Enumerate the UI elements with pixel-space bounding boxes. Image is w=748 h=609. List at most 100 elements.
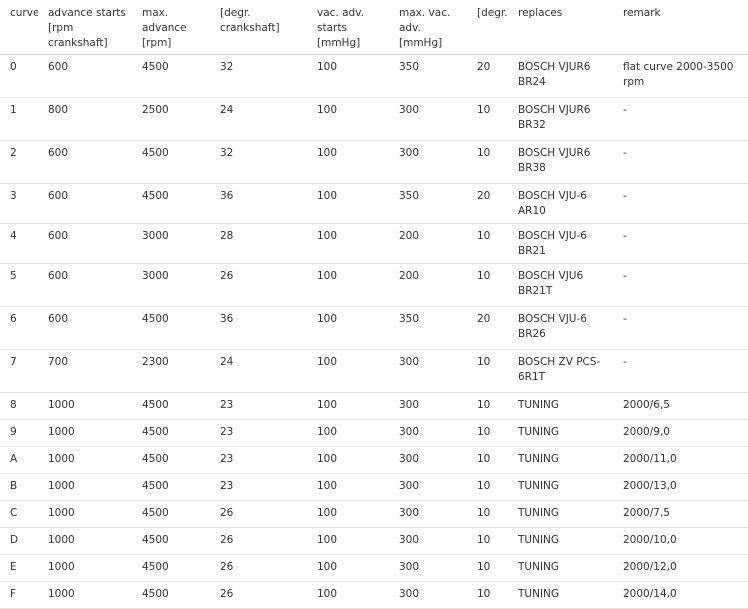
cell-vac-degrees: 10: [477, 507, 491, 519]
cell-curve: 8: [10, 399, 17, 411]
table-row: 4 600 3000 28 100 200 10 BOSCH VJU-6 BR21 -: [0, 223, 748, 264]
cell-max-advance: 4500: [142, 426, 169, 438]
cell-advance-degrees: 26: [220, 270, 234, 282]
cell-max-advance: 4500: [142, 313, 169, 325]
header-curve: curve: [0, 0, 38, 55]
table-row: 9 1000 4500 23 100 300 10 TUNING 2000/9,0: [0, 419, 748, 447]
cell-advance-starts: 600: [48, 230, 69, 242]
cell-remark: 2000/12,0: [623, 561, 677, 573]
cell-max-vac-adv: 300: [399, 534, 420, 546]
cell-curve: 5: [10, 270, 17, 282]
cell-advance-degrees: 23: [220, 426, 234, 438]
cell-vac-adv-starts: 100: [317, 561, 338, 573]
cell-vac-degrees: 20: [477, 190, 491, 202]
cell-max-advance: 4500: [142, 399, 169, 411]
cell-vac-adv-starts: 100: [317, 453, 338, 465]
cell-vac-adv-starts: 100: [317, 104, 338, 116]
cell-advance-degrees: 26: [220, 588, 234, 600]
cell-max-advance: 4500: [142, 147, 169, 159]
header-line: vac. adv.: [317, 7, 364, 19]
table-body: 0 600 4500 32 100 350 20 BOSCH VJUR6 BR24 flat c…: [0, 55, 748, 609]
cell-curve: 6: [10, 313, 17, 325]
header-line: [mmHg]: [399, 37, 443, 49]
cell-replaces: TUNING: [518, 426, 560, 438]
cell-advance-starts: 600: [48, 147, 69, 159]
cell-advance-starts: 1000: [48, 588, 75, 600]
header-line: starts: [317, 22, 347, 34]
cell-max-vac-adv: 300: [399, 507, 420, 519]
cell-vac-degrees: 20: [477, 313, 491, 325]
cell-advance-starts: 1000: [48, 480, 75, 492]
cell-advance-degrees: 23: [220, 453, 234, 465]
cell-curve: 1: [10, 104, 17, 116]
cell-curve: 0: [10, 61, 17, 73]
cell-vac-adv-starts: 100: [317, 399, 338, 411]
cell-remark: flat curve 2000-3500 rpm: [623, 61, 734, 88]
cell-replaces: TUNING: [518, 561, 560, 573]
cell-replaces: BOSCH VJU-6 AR10: [518, 190, 587, 217]
header-vac-degrees: [degr.]: [467, 0, 508, 55]
header-advance-starts: advance starts [rpm crankshaft]: [38, 0, 132, 55]
cell-replaces: BOSCH VJUR6 BR38: [518, 147, 591, 174]
cell-max-advance: 4500: [142, 588, 169, 600]
cell-advance-degrees: 23: [220, 480, 234, 492]
table-header: curve advance starts [rpm crankshaft] max. ad…: [0, 0, 748, 55]
cell-max-vac-adv: 300: [399, 561, 420, 573]
cell-remark: -: [623, 356, 627, 368]
table-row: 2 600 4500 32 100 300 10 BOSCH VJUR6 BR38 -: [0, 140, 748, 184]
header-line: [rpm: [48, 22, 74, 34]
cell-advance-starts: 1000: [48, 453, 75, 465]
cell-vac-degrees: 10: [477, 426, 491, 438]
cell-remark: 2000/11,0: [623, 453, 677, 465]
cell-remark: -: [623, 270, 627, 282]
cell-vac-degrees: 20: [477, 61, 491, 73]
cell-remark: 2000/6,5: [623, 399, 670, 411]
table-row: F 1000 4500 26 100 300 10 TUNING 2000/14,0: [0, 581, 748, 609]
cell-vac-adv-starts: 100: [317, 480, 338, 492]
cell-vac-degrees: 10: [477, 270, 491, 282]
header-line: [mmHg]: [317, 37, 361, 49]
cell-vac-adv-starts: 100: [317, 426, 338, 438]
cell-remark: 2000/13,0: [623, 480, 677, 492]
cell-replaces: TUNING: [518, 588, 560, 600]
cell-advance-degrees: 32: [220, 61, 234, 73]
header-line: adv.: [399, 22, 421, 34]
header-line: replaces: [518, 7, 563, 19]
cell-vac-adv-starts: 100: [317, 507, 338, 519]
cell-max-vac-adv: 350: [399, 190, 420, 202]
table-row: 1 800 2500 24 100 300 10 BOSCH VJUR6 BR32 -: [0, 97, 748, 141]
cell-vac-adv-starts: 100: [317, 270, 338, 282]
cell-advance-degrees: 26: [220, 507, 234, 519]
cell-vac-degrees: 10: [477, 399, 491, 411]
cell-vac-adv-starts: 100: [317, 190, 338, 202]
cell-vac-degrees: 10: [477, 561, 491, 573]
cell-advance-degrees: 36: [220, 190, 234, 202]
table-row: 6 600 4500 36 100 350 20 BOSCH VJU-6 BR26 -: [0, 306, 748, 350]
table-row: A 1000 4500 23 100 300 10 TUNING 2000/11,0: [0, 446, 748, 474]
table-row: B 1000 4500 23 100 300 10 TUNING 2000/13,0: [0, 473, 748, 501]
cell-max-vac-adv: 350: [399, 313, 420, 325]
header-line: crankshaft]: [48, 37, 108, 49]
cell-remark: 2000/10,0: [623, 534, 677, 546]
cell-vac-adv-starts: 100: [317, 313, 338, 325]
cell-max-vac-adv: 300: [399, 480, 420, 492]
cell-max-vac-adv: 300: [399, 104, 420, 116]
cell-max-advance: 4500: [142, 61, 169, 73]
cell-vac-degrees: 10: [477, 104, 491, 116]
cell-vac-adv-starts: 100: [317, 356, 338, 368]
header-line: [degr.: [220, 7, 251, 19]
cell-remark: -: [623, 104, 627, 116]
cell-curve: B: [10, 480, 18, 492]
cell-remark: 2000/7,5: [623, 507, 670, 519]
cell-replaces: BOSCH VJUR6 BR32: [518, 104, 591, 131]
cell-replaces: TUNING: [518, 453, 560, 465]
table-row: D 1000 4500 26 100 300 10 TUNING 2000/10,0: [0, 527, 748, 555]
header-vac-adv-starts: vac. adv. starts [mmHg]: [307, 0, 389, 55]
header-remark: remark: [613, 0, 748, 55]
cell-advance-degrees: 23: [220, 399, 234, 411]
header-line: advance starts: [48, 7, 126, 19]
table-row: 3 600 4500 36 100 350 20 BOSCH VJU-6 AR10 -: [0, 183, 748, 224]
cell-replaces: BOSCH VJU6 BR21T: [518, 270, 584, 297]
cell-max-vac-adv: 200: [399, 270, 420, 282]
cell-replaces: BOSCH ZV PCS-6R1T: [518, 356, 601, 383]
